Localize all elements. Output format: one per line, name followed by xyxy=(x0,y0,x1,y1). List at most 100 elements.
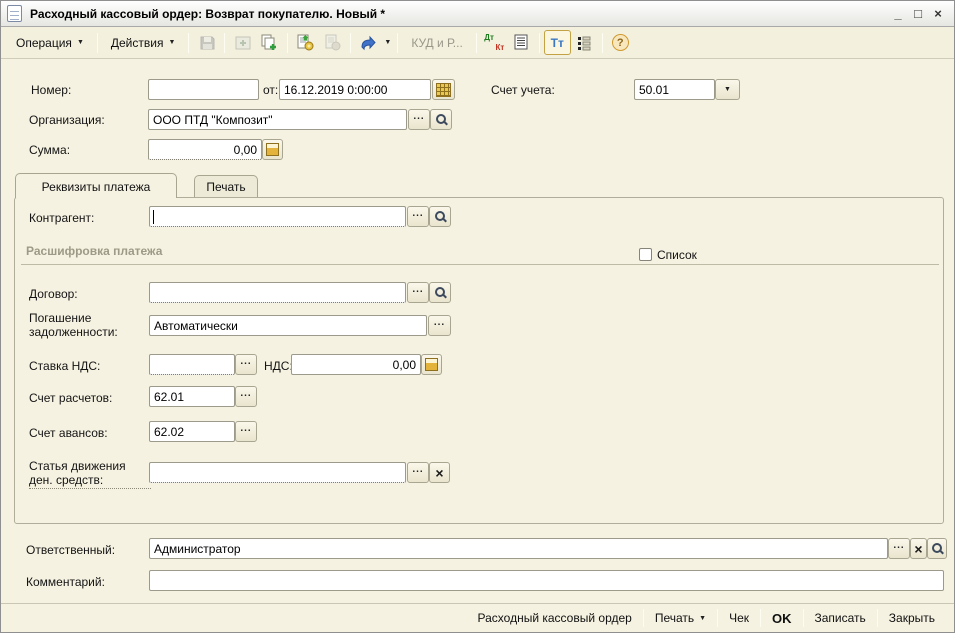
organization-select-button[interactable]: ... xyxy=(408,109,430,130)
minimize-button[interactable]: _ xyxy=(888,4,908,24)
unpost-document-button xyxy=(319,30,346,55)
chevron-down-icon: ▼ xyxy=(724,86,731,93)
save-record-button[interactable]: Записать xyxy=(806,607,875,629)
close-form-button[interactable]: Закрыть xyxy=(880,607,944,629)
contractor-select-button[interactable]: ... xyxy=(407,206,429,227)
window-title: Расходный кассовый ордер: Возврат покупа… xyxy=(30,7,888,21)
document-icon xyxy=(7,5,22,22)
responsible-open-button[interactable] xyxy=(927,538,947,559)
structure-list-icon xyxy=(576,35,592,51)
settlement-account-select-button[interactable]: ... xyxy=(235,386,257,407)
magnifier-icon xyxy=(434,286,447,299)
title-bar: Расходный кассовый ордер: Возврат покупа… xyxy=(1,1,954,27)
show-postings-button[interactable]: Дт Кт xyxy=(481,30,508,55)
contractor-field[interactable] xyxy=(149,206,406,227)
cash-flow-item-clear-button[interactable]: × xyxy=(429,462,450,483)
calculator-icon xyxy=(425,358,438,371)
cash-flow-item-select-button[interactable]: ... xyxy=(407,462,429,483)
responsible-clear-button[interactable]: × xyxy=(910,538,927,559)
toolbar-separator xyxy=(539,33,540,53)
magnifier-icon xyxy=(931,542,944,555)
vat-rate-select-button[interactable]: ... xyxy=(235,354,257,375)
amount-label: Сумма: xyxy=(29,143,70,157)
toolbar-separator xyxy=(224,33,225,53)
bottom-separator xyxy=(717,609,718,627)
advance-account-field[interactable]: 62.02 xyxy=(149,421,235,442)
export-button[interactable] xyxy=(355,30,382,55)
amount-calc-button[interactable] xyxy=(262,139,283,160)
vat-amount-field[interactable]: 0,00 xyxy=(291,354,421,375)
help-icon: ? xyxy=(612,34,629,51)
organization-label: Организация: xyxy=(29,113,105,127)
toolbar-separator xyxy=(97,33,98,53)
bottom-separator xyxy=(803,609,804,627)
export-dropdown-arrow[interactable]: ▼ xyxy=(384,39,391,46)
chevron-down-icon: ▼ xyxy=(77,39,84,46)
post-document-icon xyxy=(297,34,314,51)
bottom-separator xyxy=(643,609,644,627)
organization-field[interactable]: ООО ПТД "Композит" xyxy=(148,109,407,130)
cash-flow-item-field[interactable] xyxy=(149,462,406,483)
advance-account-select-button[interactable]: ... xyxy=(235,421,257,442)
list-checkbox-label: Список xyxy=(657,248,697,262)
toolbar-separator xyxy=(350,33,351,53)
contract-open-button[interactable] xyxy=(429,282,451,303)
tab-payment-details[interactable]: Реквизиты платежа xyxy=(15,173,177,198)
date-field[interactable]: 16.12.2019 0:00:00 xyxy=(279,79,431,100)
number-field[interactable] xyxy=(148,79,259,100)
help-button[interactable]: ? xyxy=(607,30,634,55)
vat-calc-button[interactable] xyxy=(421,354,442,375)
responsible-field[interactable]: Администратор xyxy=(149,538,888,559)
calendar-icon xyxy=(436,83,451,97)
contract-select-button[interactable]: ... xyxy=(407,282,429,303)
organization-open-button[interactable] xyxy=(430,109,452,130)
actions-menu-button[interactable]: Действия ▼ xyxy=(102,31,185,55)
export-arrow-icon xyxy=(360,35,377,51)
account-dropdown-button[interactable]: ▼ xyxy=(715,79,740,100)
toolbar: Операция ▼ Действия ▼ xyxy=(1,27,954,59)
responsible-label: Ответственный: xyxy=(26,543,115,557)
operation-menu-button[interactable]: Операция ▼ xyxy=(7,31,93,55)
responsible-select-button[interactable]: ... xyxy=(888,538,910,559)
vat-rate-field[interactable] xyxy=(149,354,235,375)
chevron-down-icon: ▼ xyxy=(168,39,175,46)
operation-menu-label: Операция xyxy=(16,36,72,50)
calculator-icon xyxy=(266,143,279,156)
kudir-button: КУД и Р... xyxy=(402,31,471,55)
cash-flow-item-label: Статья движения ден. средств: xyxy=(29,459,151,489)
comment-field[interactable] xyxy=(149,570,944,591)
toolbar-separator xyxy=(476,33,477,53)
tab-print[interactable]: Печать xyxy=(194,175,258,197)
copy-button[interactable] xyxy=(256,30,283,55)
repayment-field[interactable]: Автоматически xyxy=(149,315,427,336)
amount-field[interactable]: 0,00 xyxy=(148,139,262,160)
contractor-open-button[interactable] xyxy=(429,206,451,227)
advance-account-label: Счет авансов: xyxy=(29,426,108,440)
ok-button[interactable]: OK xyxy=(763,607,801,630)
post-document-button[interactable] xyxy=(292,30,319,55)
document-window: Расходный кассовый ордер: Возврат покупа… xyxy=(0,0,955,633)
account-combo[interactable]: 50.01 xyxy=(634,79,715,100)
kudir-label: КУД и Р... xyxy=(411,36,462,50)
calendar-button[interactable] xyxy=(432,79,455,100)
journal-icon xyxy=(513,34,529,51)
structure-button[interactable] xyxy=(571,30,598,55)
toolbar-separator xyxy=(602,33,603,53)
repayment-label: Погашение задолженности: xyxy=(29,311,147,339)
check-button[interactable]: Чек xyxy=(720,607,758,629)
clear-x-icon: × xyxy=(914,541,922,557)
comment-label: Комментарий: xyxy=(26,575,105,589)
actions-menu-label: Действия xyxy=(111,36,164,50)
close-button[interactable]: × xyxy=(928,4,948,24)
contract-field[interactable] xyxy=(149,282,406,303)
repayment-select-button[interactable]: ... xyxy=(428,315,451,336)
list-checkbox[interactable] xyxy=(639,248,652,261)
print-button[interactable]: Печать ▼ xyxy=(646,607,715,629)
settlement-account-field[interactable]: 62.01 xyxy=(149,386,235,407)
totals-toggle-button[interactable]: Тт xyxy=(544,30,571,55)
dt-kt-icon: Дт Кт xyxy=(484,34,504,52)
date-prefix-label: от: xyxy=(263,83,278,97)
journal-button[interactable] xyxy=(508,30,535,55)
maximize-button[interactable]: □ xyxy=(908,4,928,24)
bottom-separator xyxy=(877,609,878,627)
